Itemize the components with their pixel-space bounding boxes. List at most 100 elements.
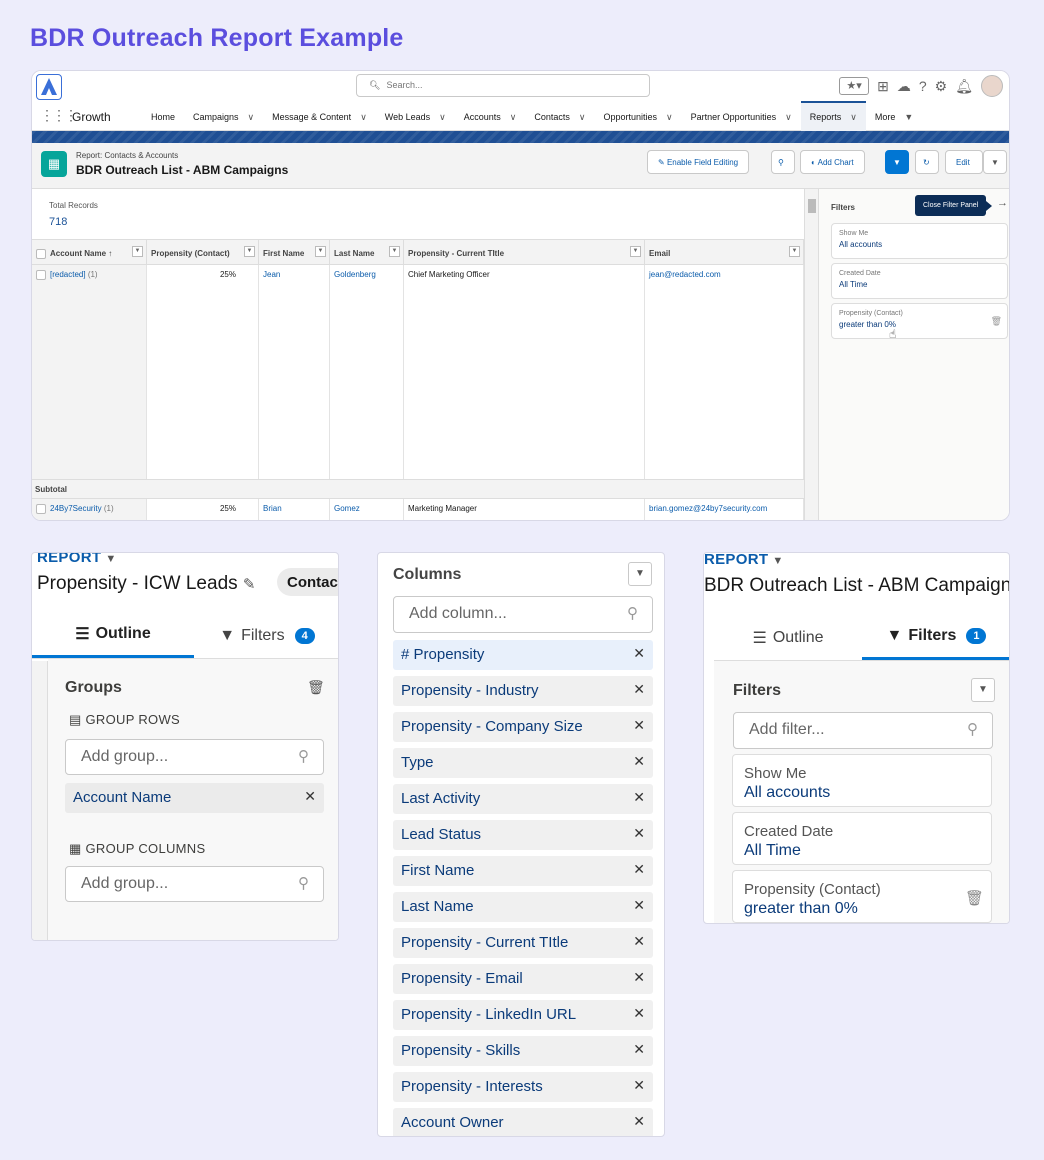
report-type-chip[interactable]: Contac <box>277 568 338 596</box>
chevron-down-icon[interactable]: ∨ <box>850 112 857 122</box>
column-pill[interactable]: Last Activity ✕ <box>393 784 653 814</box>
chevron-down-icon[interactable]: ∨ <box>579 112 586 122</box>
tab-filters[interactable]: ▼ Filters 1 <box>862 615 1009 660</box>
favorites-button[interactable]: ★▾ <box>839 77 870 95</box>
filter-show-me[interactable]: Show Me All accounts <box>831 223 1008 259</box>
column-pill[interactable]: Lead Status ✕ <box>393 820 653 850</box>
add-group-columns-input[interactable]: Add group... ⚲ <box>65 866 324 902</box>
tab-outline[interactable]: ☰ Outline <box>32 613 194 658</box>
col-last-name[interactable]: Last Name ▼ <box>330 240 404 264</box>
close-icon[interactable]: ✕ <box>633 717 645 734</box>
table-scrollbar[interactable] <box>804 189 818 520</box>
chevron-down-icon[interactable]: ∨ <box>785 112 792 122</box>
report-label[interactable]: REPORT ▼ <box>37 553 117 566</box>
tab-outline[interactable]: ☰ Outline <box>714 615 862 660</box>
group-row-pill[interactable]: Account Name ✕ <box>65 783 324 813</box>
column-pill[interactable]: Propensity - Interests ✕ <box>393 1072 653 1102</box>
close-icon[interactable]: ✕ <box>633 1113 645 1130</box>
add-chart-button[interactable]: ◐ Add Chart <box>800 150 865 174</box>
column-menu-icon[interactable]: ▼ <box>389 246 400 257</box>
col-first-name[interactable]: First Name ▼ <box>259 240 330 264</box>
filter-show-me[interactable]: Show Me All accounts <box>732 754 992 807</box>
nav-item-reports[interactable]: Reports ∨ <box>800 101 866 131</box>
trash-icon[interactable]: 🗑︎ <box>965 889 984 907</box>
chevron-down-icon[interactable]: ∨ <box>360 112 367 122</box>
close-icon[interactable]: ✕ <box>633 681 645 698</box>
column-pill[interactable]: Propensity - Industry ✕ <box>393 676 653 706</box>
chevron-down-icon[interactable]: ∨ <box>248 112 255 122</box>
add-column-input[interactable]: Add column... ⚲ <box>393 596 653 633</box>
nav-item-contacts[interactable]: Contacts ∨ <box>525 101 594 131</box>
column-pill[interactable]: Propensity - Company Size ✕ <box>393 712 653 742</box>
trash-icon[interactable]: 🗑︎ <box>991 316 1002 327</box>
column-pill[interactable]: Account Owner ✕ <box>393 1108 653 1136</box>
filter-created-date[interactable]: Created Date All Time <box>831 263 1008 299</box>
account-link[interactable]: 24By7Security <box>50 504 102 513</box>
column-pill[interactable]: Propensity - Email ✕ <box>393 964 653 994</box>
column-menu-icon[interactable]: ▼ <box>315 246 326 257</box>
nav-item-opportunities[interactable]: Opportunities ∨ <box>595 101 682 131</box>
close-icon[interactable]: ✕ <box>304 788 316 805</box>
column-pill[interactable]: # Propensity ✕ <box>393 640 653 670</box>
enable-field-editing-button[interactable]: ✎ Enable Field Editing <box>647 150 750 174</box>
close-icon[interactable]: ✕ <box>633 861 645 878</box>
col-email[interactable]: Email ▼ <box>645 240 804 264</box>
add-icon[interactable]: ⊞ <box>877 78 889 95</box>
close-icon[interactable]: ✕ <box>633 753 645 770</box>
close-icon[interactable]: ✕ <box>633 933 645 950</box>
edit-menu-chevron-icon[interactable]: ▼ <box>983 150 1007 174</box>
nav-item-web-leads[interactable]: Web Leads ∨ <box>376 101 455 131</box>
close-icon[interactable]: ✕ <box>633 789 645 806</box>
scrollbar-thumb[interactable] <box>808 199 816 213</box>
close-icon[interactable]: ✕ <box>633 1077 645 1094</box>
filter-created-date[interactable]: Created Date All Time <box>732 812 992 865</box>
close-icon[interactable]: ✕ <box>633 1005 645 1022</box>
column-pill[interactable]: Propensity - LinkedIn URL ✕ <box>393 1000 653 1030</box>
nav-item-message-content[interactable]: Message & Content ∨ <box>263 101 376 131</box>
user-avatar[interactable] <box>981 75 1003 97</box>
close-icon[interactable]: ✕ <box>633 825 645 842</box>
tab-filters[interactable]: ▼ Filters 4 <box>194 613 338 658</box>
notifications-bell-icon[interactable]: 🔔︎ <box>955 78 973 95</box>
close-icon[interactable]: ✕ <box>633 1041 645 1058</box>
nav-item-partner-opportunities[interactable]: Partner Opportunities ∨ <box>682 101 801 131</box>
filter-toggle-button[interactable]: ▼ <box>885 150 909 174</box>
column-pill[interactable]: Last Name ✕ <box>393 892 653 922</box>
chevron-down-icon[interactable]: ▼ <box>971 678 995 702</box>
app-launcher-icon[interactable]: ⋮⋮⋮ <box>40 107 78 124</box>
nav-item-campaigns[interactable]: Campaigns ∨ <box>184 101 263 131</box>
edit-button[interactable]: Edit <box>945 150 983 174</box>
help-icon[interactable]: ? <box>919 78 927 94</box>
setup-gear-icon[interactable]: ⚙ <box>935 78 948 95</box>
column-pill[interactable]: Type ✕ <box>393 748 653 778</box>
account-link[interactable]: [redacted] <box>50 270 86 279</box>
row-checkbox[interactable] <box>36 504 46 514</box>
trash-icon[interactable]: 🗑︎ <box>307 679 325 696</box>
nav-item-more[interactable]: More ▼ <box>866 101 922 131</box>
search-report-button[interactable]: ⚲ <box>771 150 795 174</box>
chevron-down-icon[interactable]: ∨ <box>510 112 517 122</box>
chevron-down-icon[interactable]: ▼ <box>628 562 652 586</box>
close-icon[interactable]: ✕ <box>633 897 645 914</box>
app-logo[interactable] <box>36 74 62 100</box>
refresh-button[interactable]: ↻ <box>915 150 939 174</box>
chevron-down-icon[interactable]: ∨ <box>666 112 673 122</box>
column-pill[interactable]: First Name ✕ <box>393 856 653 886</box>
nav-item-accounts[interactable]: Accounts ∨ <box>455 101 526 131</box>
filter-propensity[interactable]: Propensity (Contact) greater than 0% 🗑︎ <box>732 870 992 923</box>
close-icon[interactable]: ✕ <box>633 645 645 662</box>
column-menu-icon[interactable]: ▼ <box>132 246 143 257</box>
col-account-name[interactable]: Account Name ↑ ▼ <box>32 240 147 264</box>
global-search-input[interactable]: 🔍︎ Search... <box>356 74 650 97</box>
add-group-rows-input[interactable]: Add group... ⚲ <box>65 739 324 775</box>
pencil-icon[interactable]: ✎ <box>243 576 256 593</box>
column-pill[interactable]: Propensity - Skills ✕ <box>393 1036 653 1066</box>
report-label[interactable]: REPORT ▼ <box>704 553 784 568</box>
column-menu-icon[interactable]: ▼ <box>630 246 641 257</box>
column-menu-icon[interactable]: ▼ <box>789 246 800 257</box>
chevron-down-icon[interactable]: ∨ <box>439 112 446 122</box>
nav-item-home[interactable]: Home <box>142 101 184 131</box>
close-icon[interactable]: ✕ <box>633 969 645 986</box>
column-pill[interactable]: Propensity - Current TItle ✕ <box>393 928 653 958</box>
select-all-checkbox[interactable] <box>36 249 46 259</box>
